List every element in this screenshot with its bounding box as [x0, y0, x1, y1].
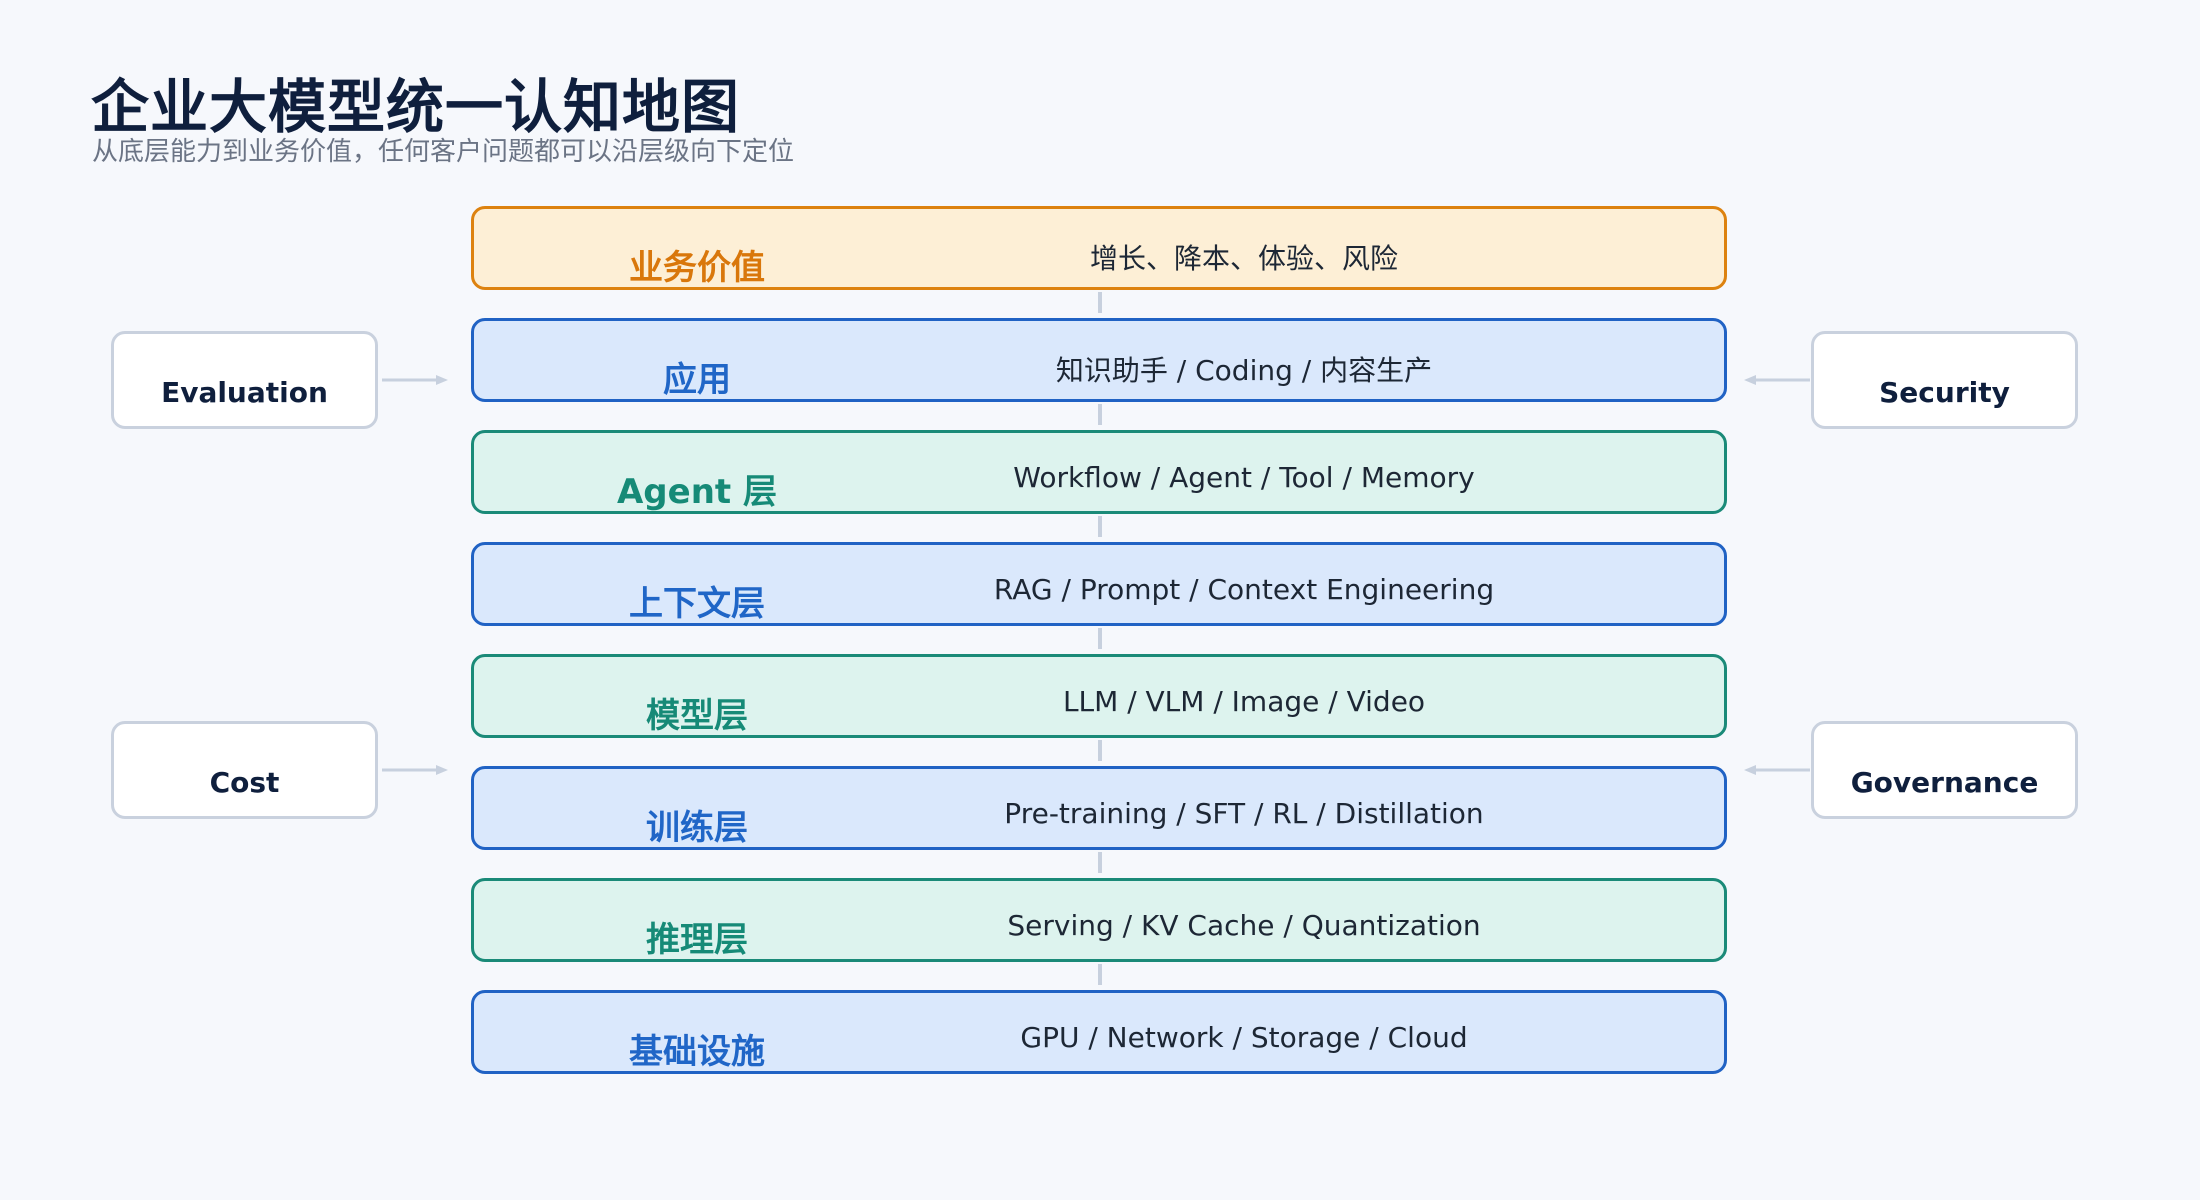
- side-box-label: Evaluation: [161, 376, 328, 409]
- side-box-label: Security: [1879, 376, 2010, 409]
- layer-description: RAG / Prompt / Context Engineering: [993, 573, 1495, 606]
- side-box-governance: Governance: [1811, 721, 2078, 819]
- layer-description: LLM / VLM / Image / Video: [1062, 685, 1426, 718]
- layer-training: 训练层 Pre-training / SFT / RL / Distillati…: [471, 766, 1727, 850]
- layer-connector: [1098, 740, 1102, 761]
- layer-description: GPU / Network / Storage / Cloud: [1020, 1021, 1468, 1054]
- layer-name: 业务价值: [629, 248, 765, 288]
- side-box-security: Security: [1811, 331, 2078, 429]
- layer-agent: Agent 层 Workflow / Agent / Tool / Memory: [471, 430, 1727, 514]
- layer-inference: 推理层 Serving / KV Cache / Quantization: [471, 878, 1727, 962]
- layer-connector: [1098, 964, 1102, 985]
- layer-name: 推理层: [646, 920, 748, 960]
- side-box-label: Cost: [209, 766, 280, 799]
- side-box-evaluation: Evaluation: [111, 331, 378, 429]
- side-box-label: Governance: [1850, 766, 2039, 799]
- layer-connector: [1098, 852, 1102, 873]
- layer-name: Agent 层: [616, 472, 777, 512]
- arrow-right-icon: [382, 764, 448, 776]
- layer-name: 训练层: [646, 808, 748, 848]
- layer-connector: [1098, 292, 1102, 313]
- layer-context: 上下文层 RAG / Prompt / Context Engineering: [471, 542, 1727, 626]
- layer-description: 知识助手 / Coding / 内容生产: [1055, 354, 1433, 387]
- layer-description: Workflow / Agent / Tool / Memory: [1013, 461, 1475, 494]
- layer-connector: [1098, 404, 1102, 425]
- layer-model: 模型层 LLM / VLM / Image / Video: [471, 654, 1727, 738]
- layer-connector: [1098, 516, 1102, 537]
- layer-description: Serving / KV Cache / Quantization: [1007, 909, 1481, 942]
- side-box-cost: Cost: [111, 721, 378, 819]
- layer-description: 增长、降本、体验、风险: [1089, 242, 1398, 275]
- layer-business-value: 业务价值 增长、降本、体验、风险: [471, 206, 1727, 290]
- layer-description: Pre-training / SFT / RL / Distillation: [1004, 797, 1484, 830]
- arrow-left-icon: [1744, 374, 1810, 386]
- layer-name: 应用: [663, 360, 731, 400]
- layer-infrastructure: 基础设施 GPU / Network / Storage / Cloud: [471, 990, 1727, 1074]
- layer-connector: [1098, 628, 1102, 649]
- layer-name: 基础设施: [629, 1032, 765, 1072]
- layer-name: 上下文层: [629, 584, 765, 624]
- layer-application: 应用 知识助手 / Coding / 内容生产: [471, 318, 1727, 402]
- arrow-left-icon: [1744, 764, 1810, 776]
- layer-name: 模型层: [646, 696, 748, 736]
- page-subtitle: 从底层能力到业务价值，任何客户问题都可以沿层级向下定位: [92, 137, 795, 167]
- arrow-right-icon: [382, 374, 448, 386]
